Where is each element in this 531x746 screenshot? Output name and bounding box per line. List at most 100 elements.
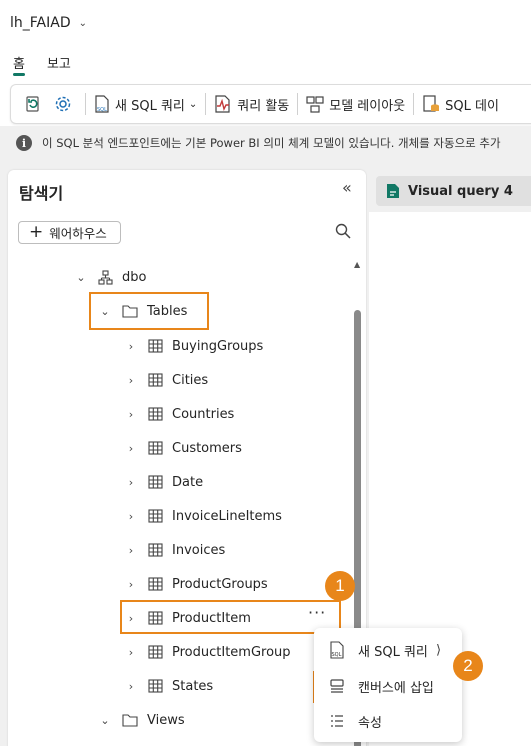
tree-label: dbo — [122, 269, 147, 285]
tab-reporting[interactable]: 보고 — [47, 46, 71, 78]
tree-label: States — [172, 678, 214, 694]
tree-label: InvoiceLineItems — [172, 508, 282, 524]
tree-label: Cities — [172, 372, 209, 388]
explorer-title: 탐색기 — [19, 184, 64, 203]
menu-item-properties[interactable]: 속성 — [314, 706, 462, 736]
title-bar: lh_FAIAD ⌄ — [0, 0, 531, 46]
sql-query-icon: SQL — [326, 641, 348, 659]
plus-icon: + — [29, 222, 44, 242]
tree-table-date[interactable]: › Date — [126, 465, 203, 499]
toolbar: SQL 새 SQL 쿼리 ⌄ 쿼리 활동 모델 레이아웃 SQL 데이 — [10, 84, 531, 124]
sql-database-label: SQL 데이 — [445, 98, 499, 114]
menu-item-new-sql-query[interactable]: SQL 새 SQL 쿼리 ⟩ — [314, 635, 462, 665]
toolbar-container: SQL 새 SQL 쿼리 ⌄ 쿼리 활동 모델 레이아웃 SQL 데이 — [0, 78, 531, 126]
table-icon — [148, 373, 163, 387]
toolbar-divider — [413, 93, 415, 115]
visual-query-icon — [387, 184, 399, 198]
info-icon: i — [16, 135, 32, 151]
settings-button[interactable] — [53, 94, 77, 114]
sql-query-icon: SQL — [95, 95, 109, 113]
tab-visual-query[interactable]: Visual query 4 — [376, 176, 531, 206]
info-banner: i 이 SQL 분석 엔드포인트에는 기본 Power BI 의미 체계 모델이… — [0, 126, 531, 160]
highlight-productitem-row — [120, 600, 341, 634]
table-icon — [148, 679, 163, 693]
tree-table-cities[interactable]: › Cities — [126, 363, 208, 397]
query-activity-button[interactable]: 쿼리 활동 — [213, 94, 289, 114]
tree-table-invoices[interactable]: › Invoices — [126, 533, 225, 567]
model-layout-button[interactable]: 모델 레이아웃 — [305, 94, 405, 114]
workspace-title[interactable]: lh_FAIAD — [10, 15, 71, 31]
gear-icon — [55, 96, 71, 112]
menu-item-insert-canvas[interactable]: 캔버스에 삽입 — [314, 671, 462, 701]
chevron-down-icon: ⌄ — [76, 270, 86, 284]
chevron-down-icon[interactable]: ⌄ — [79, 18, 87, 29]
table-icon — [148, 407, 163, 421]
tree-table-invoicelineitems[interactable]: › InvoiceLineItems — [126, 499, 282, 533]
table-icon — [148, 577, 163, 591]
chevron-right-icon: › — [128, 679, 134, 693]
tree-schema-dbo[interactable]: ⌄ dbo — [76, 260, 146, 294]
tree-table-buyinggroups[interactable]: › BuyingGroups — [126, 329, 264, 363]
refresh-icon — [26, 96, 39, 112]
tree-label: ProductGroups — [172, 576, 268, 592]
menu-item-label: 캔버스에 삽입 — [358, 680, 434, 696]
chevron-right-icon: › — [128, 509, 134, 523]
add-warehouse-button[interactable]: + 웨어하우스 — [18, 221, 121, 244]
tree-folder-views[interactable]: ⌄ Views — [100, 703, 185, 737]
sql-database-icon — [423, 95, 440, 112]
properties-icon — [326, 713, 348, 729]
tree-table-countries[interactable]: › Countries — [126, 397, 235, 431]
toolbar-divider — [205, 93, 207, 115]
collapse-panel-icon[interactable]: « — [342, 178, 352, 197]
table-icon — [148, 509, 163, 523]
tab-home[interactable]: 홈 — [13, 46, 25, 78]
tree-label: Countries — [172, 406, 235, 422]
chevron-right-icon: ⟩ — [436, 642, 442, 658]
chevron-right-icon: › — [128, 577, 134, 591]
table-icon — [148, 441, 163, 455]
chevron-down-icon: ⌄ — [100, 713, 110, 727]
schema-icon — [98, 269, 113, 285]
context-menu: SQL 새 SQL 쿼리 ⟩ 캔버스에 삽입 속성 — [314, 628, 462, 742]
tree-table-customers[interactable]: › Customers — [126, 431, 242, 465]
tree-label: Customers — [172, 440, 242, 456]
info-banner-text: 이 SQL 분석 엔드포인트에는 기본 Power BI 의미 체계 모델이 있… — [42, 136, 501, 150]
ribbon-tabs: 홈 보고 — [0, 46, 531, 78]
toolbar-divider — [297, 93, 299, 115]
scroll-up-arrow-icon[interactable]: ▲ — [354, 260, 360, 269]
search-icon[interactable] — [335, 223, 351, 243]
refresh-button[interactable] — [23, 94, 47, 114]
tree-label: Invoices — [172, 542, 226, 558]
toolbar-divider — [85, 93, 86, 115]
menu-item-label: 새 SQL 쿼리 — [358, 644, 428, 660]
new-sql-query-label: 새 SQL 쿼리 — [115, 98, 185, 114]
query-activity-label: 쿼리 활동 — [237, 98, 290, 114]
highlight-tables-folder — [89, 292, 209, 330]
tree-table-productgroups[interactable]: › ProductGroups — [126, 567, 268, 601]
tree-label: BuyingGroups — [172, 338, 264, 354]
table-icon — [148, 339, 163, 353]
insert-canvas-icon — [326, 678, 348, 694]
menu-item-label: 속성 — [358, 715, 382, 731]
chevron-right-icon: › — [128, 543, 134, 557]
tree-label: Date — [172, 474, 204, 490]
svg-text:SQL: SQL — [97, 107, 107, 113]
table-icon — [148, 543, 163, 557]
step-badge-1: 1 — [325, 571, 355, 601]
chevron-right-icon: › — [128, 475, 134, 489]
chevron-right-icon: › — [128, 441, 134, 455]
tree-label: Views — [147, 712, 185, 728]
sql-database-button[interactable]: SQL 데이 — [421, 94, 499, 114]
step-badge-2: 2 — [453, 651, 483, 681]
model-layout-icon — [306, 96, 324, 113]
tree-table-states[interactable]: › States — [126, 669, 213, 703]
model-layout-label: 모델 레이아웃 — [329, 98, 406, 114]
chevron-right-icon: › — [128, 373, 134, 387]
activity-icon — [215, 95, 230, 113]
add-warehouse-label: 웨어하우스 — [49, 226, 107, 241]
tree-label: ProductItemGroup — [172, 644, 291, 660]
tree-table-productitemgroup[interactable]: › ProductItemGroup — [126, 635, 291, 669]
table-icon — [148, 645, 163, 659]
new-sql-query-button[interactable]: SQL 새 SQL 쿼리 ⌄ — [93, 94, 197, 114]
chevron-right-icon: › — [128, 407, 134, 421]
